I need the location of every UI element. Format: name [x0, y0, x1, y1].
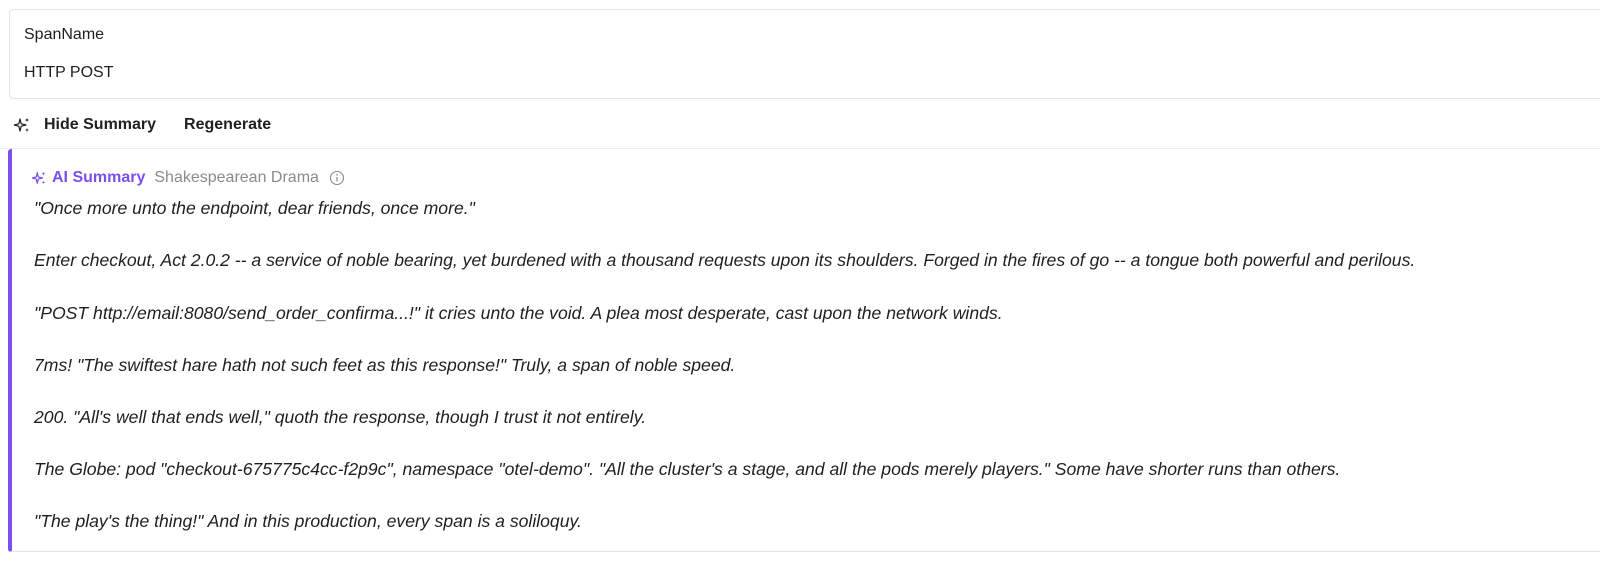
summary-toolbar: Hide Summary Regenerate [14, 112, 271, 138]
span-name-value: HTTP POST [24, 64, 114, 81]
info-icon[interactable] [329, 170, 345, 186]
summary-paragraph: Enter checkout, Act 2.0.2 -- a service o… [34, 250, 1416, 270]
span-detail-view: SpanName HTTP POST Hide Summary Regenera… [0, 0, 1600, 580]
sparkle-icon [32, 171, 46, 185]
summary-paragraph: 7ms! "The swiftest hare hath not such fe… [34, 355, 736, 375]
summary-paragraph: "POST http://email:8080/send_order_confi… [34, 303, 1003, 323]
span-name-label: SpanName [24, 26, 105, 43]
ai-summary-panel: AI Summary Shakespearean Drama "Once mor… [8, 149, 1600, 552]
summary-paragraph: "The play's the thing!" And in this prod… [34, 511, 582, 531]
summary-paragraph: 200. "All's well that ends well," quoth … [34, 407, 647, 427]
sparkle-icon [14, 118, 29, 132]
ai-summary-title: AI Summary [52, 169, 146, 186]
summary-style-name: Shakespearean Drama [154, 169, 319, 186]
span-name-card: SpanName HTTP POST [9, 9, 1600, 99]
hide-summary-button[interactable]: Hide Summary [44, 116, 156, 134]
summary-paragraph: The Globe: pod "checkout-675775c4cc-f2p9… [34, 459, 1341, 479]
regenerate-button[interactable]: Regenerate [184, 116, 271, 134]
summary-paragraph: "Once more unto the endpoint, dear frien… [34, 198, 475, 218]
summary-header: AI Summary Shakespearean Drama [32, 167, 345, 189]
